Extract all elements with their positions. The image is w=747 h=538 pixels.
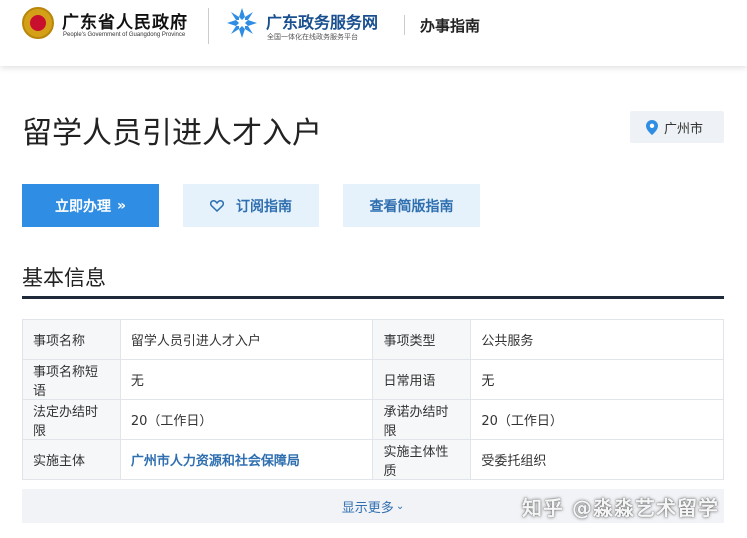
info-label: 事项名称短语 xyxy=(22,359,121,400)
watermark: 知乎 @淼淼艺术留学 xyxy=(522,496,719,520)
heart-icon xyxy=(210,199,224,212)
info-value: 无 xyxy=(119,359,374,400)
location-badge[interactable]: 广州市 xyxy=(630,111,724,143)
info-label: 事项名称 xyxy=(22,319,121,360)
page-title: 留学人员引进人才入户 xyxy=(22,116,322,151)
section-divider xyxy=(22,296,724,299)
info-value: 无 xyxy=(470,359,724,400)
subscribe-guide-label: 订阅指南 xyxy=(236,198,292,215)
site-header: 广东省人民政府 People's Government of Guangdong… xyxy=(0,0,747,66)
table-row: 实施主体 广州市人力资源和社会保障局 实施主体性质 受委托组织 xyxy=(22,439,724,480)
table-row: 法定办结时限 20（工作日） 承诺办结时限 20（工作日） xyxy=(22,399,724,440)
basic-info-table: 事项名称 留学人员引进人才入户 事项类型 公共服务 事项名称短语 无 日常用语 … xyxy=(22,319,724,480)
header-divider-2 xyxy=(404,15,405,35)
gov-title[interactable]: 广东省人民政府 xyxy=(62,8,188,33)
show-more-label: 显示更多 xyxy=(341,500,394,516)
service-title[interactable]: 广东政务服务网 xyxy=(266,9,378,33)
subscribe-guide-button[interactable]: 订阅指南 xyxy=(183,184,319,227)
apply-now-label: 立即办理 xyxy=(54,198,111,215)
info-value: 20（工作日） xyxy=(470,399,724,440)
info-label: 实施主体性质 xyxy=(372,439,472,480)
info-value: 20（工作日） xyxy=(119,399,374,440)
double-chevron-right-icon: » xyxy=(116,197,127,214)
gov-subtitle: People's Government of Guangdong Provinc… xyxy=(63,32,186,38)
info-value: 公共服务 xyxy=(470,319,724,360)
implementing-agency-link[interactable]: 广州市人力资源和社会保障局 xyxy=(119,439,374,480)
info-label: 实施主体 xyxy=(22,439,121,480)
info-value: 留学人员引进人才入户 xyxy=(119,319,374,360)
simple-guide-label: 查看简版指南 xyxy=(369,198,454,215)
table-row: 事项名称短语 无 日常用语 无 xyxy=(22,359,724,400)
service-logo-icon[interactable] xyxy=(226,7,258,39)
page-section-label: 办事指南 xyxy=(420,17,481,35)
info-label: 承诺办结时限 xyxy=(372,399,472,440)
simple-guide-button[interactable]: 查看简版指南 xyxy=(343,184,480,227)
national-emblem-icon xyxy=(22,7,54,39)
table-row: 事项名称 留学人员引进人才入户 事项类型 公共服务 xyxy=(22,319,724,360)
location-pin-icon xyxy=(646,119,658,135)
chevron-down-icon: ⌄ xyxy=(395,500,405,512)
section-title: 基本信息 xyxy=(22,266,106,290)
header-divider xyxy=(208,8,209,44)
apply-now-button[interactable]: 立即办理 » xyxy=(22,184,159,227)
info-label: 事项类型 xyxy=(372,319,472,360)
service-subtitle: 全国一体化在线政务服务平台 xyxy=(267,33,358,41)
info-value: 受委托组织 xyxy=(470,439,724,480)
info-label: 日常用语 xyxy=(372,359,472,400)
info-label: 法定办结时限 xyxy=(22,399,121,440)
location-label: 广州市 xyxy=(664,121,704,137)
